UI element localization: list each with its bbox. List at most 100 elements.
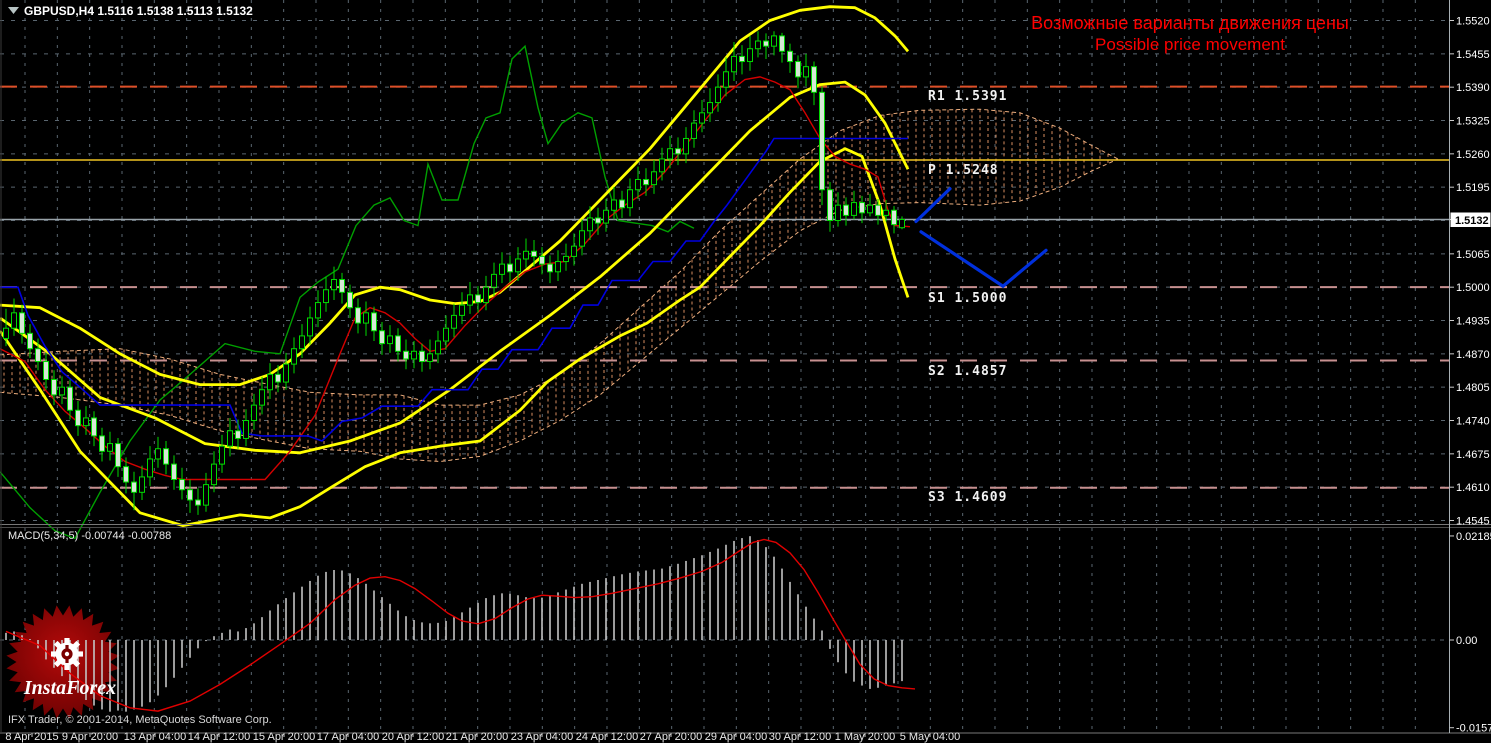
candle [363, 312, 369, 324]
candle [691, 122, 697, 139]
candle [163, 448, 169, 465]
candle [715, 86, 721, 104]
candle [467, 294, 473, 306]
current-price-tag: 1.5132 [1450, 212, 1491, 227]
candle [747, 48, 753, 63]
time-axis-label: 30 Apr 12:00 [769, 731, 831, 743]
time-axis-label: 17 Apr 04:00 [317, 731, 379, 743]
time-axis-label: 20 Apr 12:00 [382, 731, 444, 743]
candle [235, 430, 241, 439]
candle [587, 217, 593, 232]
candle [451, 314, 457, 329]
candle [507, 263, 513, 273]
copyright-text: IFX Trader, © 2001-2014, MetaQuotes Soft… [8, 714, 272, 726]
candle [35, 348, 41, 363]
candle [371, 312, 377, 332]
price-axis-label: 1.4610 [1456, 482, 1490, 494]
candle [859, 202, 865, 214]
candle [323, 289, 329, 304]
candle [683, 137, 689, 155]
time-axis-label: 9 Apr 20:00 [62, 731, 118, 743]
candle [123, 466, 129, 483]
time-axis-label: 24 Apr 12:00 [576, 731, 638, 743]
macd-axis-label: -0.01579 [1456, 723, 1491, 735]
candle [347, 291, 353, 309]
candle [459, 304, 465, 316]
candle [11, 312, 17, 329]
candle [723, 71, 729, 88]
brand-text: InstaForex [23, 677, 116, 699]
candle [739, 55, 745, 63]
candle [195, 499, 201, 506]
gear-icon [51, 638, 83, 670]
price-axis-label: 1.5455 [1456, 49, 1490, 61]
candle [203, 484, 209, 506]
candle [259, 389, 265, 406]
candle [771, 35, 777, 47]
candle [379, 330, 385, 345]
candle [611, 199, 617, 211]
candle [331, 278, 337, 291]
annotation-ru: Возможные варианты движения цены [1031, 13, 1349, 33]
candle [475, 294, 481, 304]
candle [851, 202, 857, 216]
candle [131, 481, 137, 493]
price-axis-label: 1.5065 [1456, 249, 1490, 261]
candle [435, 340, 441, 355]
price-axis-label: 1.5325 [1456, 116, 1490, 128]
candle [755, 40, 761, 50]
candle [571, 245, 577, 257]
candle [299, 335, 305, 350]
quote-header: GBPUSD,H4 1.5116 1.5138 1.5113 1.5132 [24, 4, 253, 18]
candle [43, 361, 49, 380]
candle [539, 255, 545, 265]
current-price-tag-text: 1.5132 [1455, 215, 1489, 227]
candle [267, 373, 273, 391]
candle [867, 204, 873, 214]
candle [675, 148, 681, 155]
price-axis-label: 1.5195 [1456, 182, 1490, 194]
candle [659, 158, 665, 173]
candle [787, 50, 793, 63]
pivot-label-s3: S3 1.4609 [928, 490, 1007, 505]
candle [139, 476, 145, 493]
time-axis-label: 21 Apr 20:00 [446, 731, 508, 743]
candle [523, 250, 529, 260]
candle [563, 255, 569, 263]
candle [635, 178, 641, 191]
time-axis-label: 14 Apr 12:00 [188, 731, 250, 743]
candle [339, 278, 345, 293]
candle [531, 250, 537, 257]
price-axis-label: 1.4545 [1456, 516, 1490, 528]
candle [251, 404, 257, 422]
candle [491, 273, 497, 288]
candle [27, 332, 33, 350]
candle [67, 386, 73, 411]
time-axis-label: 13 Apr 04:00 [124, 731, 186, 743]
time-axis-label: 1 May 20:00 [835, 731, 896, 743]
candle [483, 286, 489, 304]
price-axis-label: 1.5390 [1456, 82, 1490, 94]
candle [779, 35, 785, 52]
pivot-label-s2: S2 1.4857 [928, 364, 1007, 379]
candle [843, 204, 849, 216]
candle [315, 302, 321, 319]
candle [619, 199, 625, 209]
price-axis-label: 1.4675 [1456, 449, 1490, 461]
candle [387, 335, 393, 345]
candle [883, 209, 889, 216]
candle [171, 463, 177, 480]
candle [19, 312, 25, 334]
candle [875, 204, 881, 216]
time-axis[interactable]: 8 Apr 2015 9 Apr 20:00 13 Apr 04:00 14 Apr … [5, 731, 960, 743]
candle [291, 348, 297, 365]
candle [3, 327, 9, 339]
candle [427, 353, 433, 363]
candle [627, 189, 633, 209]
pivot-label-s1: S1 1.5000 [928, 291, 1007, 306]
candle [667, 148, 673, 160]
candle [51, 378, 57, 396]
time-axis-label: 29 Apr 04:00 [705, 731, 767, 743]
candle [707, 102, 713, 114]
candle [91, 417, 97, 437]
